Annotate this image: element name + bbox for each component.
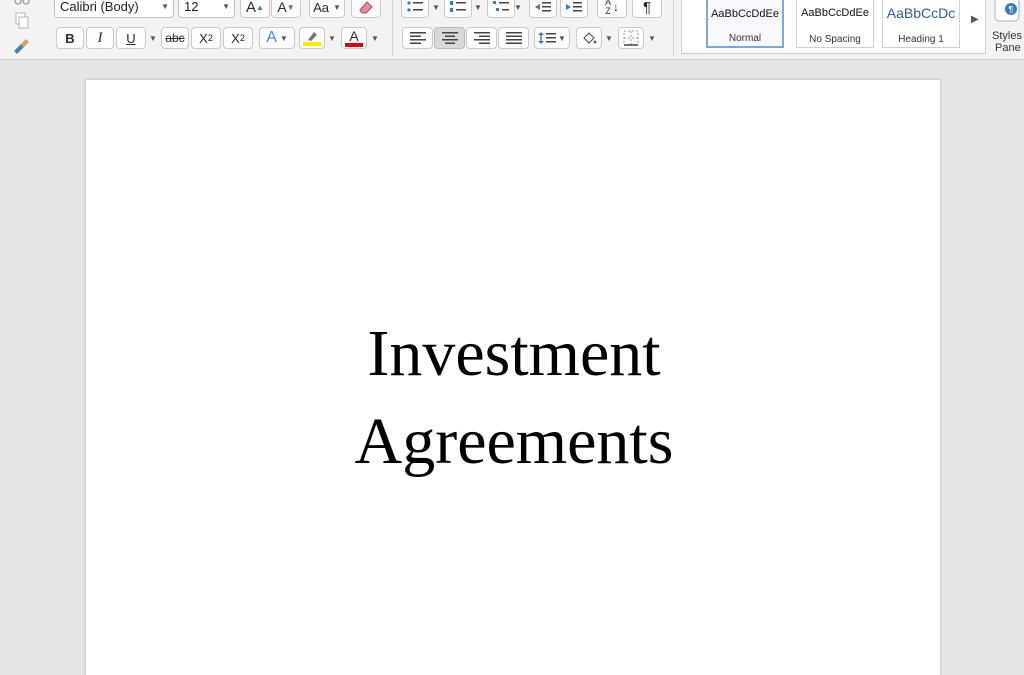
font-color-button[interactable]: A: [341, 27, 367, 49]
borders-icon: [623, 30, 639, 46]
underline-dropdown[interactable]: ▼: [147, 27, 159, 49]
highlight-color-bar: [303, 42, 321, 46]
italic-button[interactable]: I: [86, 27, 114, 49]
styles-pane-button[interactable]: ¶ Styles Pane: [990, 0, 1024, 58]
numbering-icon: [450, 1, 466, 12]
increase-indent-button[interactable]: [560, 0, 588, 18]
bold-button[interactable]: B: [56, 27, 84, 49]
multilevel-list-dropdown[interactable]: ▼: [512, 0, 524, 18]
borders-dropdown[interactable]: ▼: [646, 27, 658, 49]
style-heading-1-label: Heading 1: [898, 34, 944, 45]
change-case-icon: Aa: [313, 0, 329, 15]
show-formatting-button[interactable]: ¶: [632, 0, 662, 18]
numbering-dropdown[interactable]: ▼: [472, 0, 484, 18]
highlighter-icon: [308, 32, 317, 41]
bold-label: B: [65, 30, 75, 46]
align-center-button[interactable]: [434, 27, 465, 49]
underline-label: U: [126, 30, 136, 46]
ribbon-separator: [392, 0, 393, 56]
text-effects-icon: A: [266, 29, 277, 46]
eraser-icon: [359, 1, 373, 14]
change-case-button[interactable]: Aa ▼: [309, 0, 345, 18]
font-color-bar: [345, 42, 363, 47]
subscript-label: X: [199, 30, 208, 46]
clear-formatting-button[interactable]: [351, 0, 381, 18]
shading-dropdown[interactable]: ▼: [603, 27, 615, 49]
font-size-select[interactable]: 12 ▼: [178, 0, 235, 18]
subscript-mark: 2: [207, 33, 213, 43]
highlight-button[interactable]: [299, 27, 325, 49]
document-title-line-2: Agreements: [354, 405, 674, 478]
strikethrough-label: abc: [165, 31, 185, 45]
chevron-down-icon: ▼: [222, 2, 230, 11]
align-center-icon: [441, 32, 458, 44]
numbering-button[interactable]: [444, 0, 472, 18]
text-effects-button[interactable]: A ▼: [259, 27, 295, 49]
copy-icon[interactable]: [14, 12, 30, 30]
font-name-select[interactable]: Calibri (Body) ▼: [54, 0, 174, 18]
ribbon-separator: [673, 0, 674, 56]
paint-bucket-icon: [583, 32, 597, 44]
subscript-button[interactable]: X2: [191, 27, 221, 49]
line-spacing-button[interactable]: ▼: [534, 27, 570, 49]
document-title-line-1: Investment: [367, 317, 661, 390]
document-title[interactable]: Investment Agreements: [86, 310, 942, 486]
style-heading-1-preview: AaBbCcDc: [886, 5, 956, 21]
cut-icon[interactable]: [12, 0, 32, 8]
multilevel-list-button[interactable]: [487, 0, 515, 18]
font-color-icon: A: [349, 27, 359, 44]
style-normal-label: Normal: [728, 33, 762, 44]
style-no-spacing-preview: AaBbCcDdEe: [801, 7, 869, 19]
underline-button[interactable]: U: [116, 27, 146, 49]
styles-pane-label-2: Pane: [995, 42, 1021, 54]
highlight-dropdown[interactable]: ▼: [326, 27, 338, 49]
font-size-value: 12: [184, 0, 199, 14]
multilevel-list-icon: [493, 1, 509, 11]
align-left-icon: [409, 32, 426, 44]
style-normal[interactable]: AaBbCcDdEe Normal: [706, 0, 784, 48]
chevron-down-icon: ▼: [161, 2, 169, 11]
superscript-label: X: [231, 30, 240, 46]
document-page[interactable]: Investment Agreements: [85, 79, 941, 675]
style-heading-1[interactable]: AaBbCcDc Heading 1: [882, 0, 960, 48]
shrink-font-icon: A: [277, 0, 287, 15]
align-right-icon: [473, 32, 490, 44]
sort-icon: AZ: [604, 0, 611, 16]
align-right-button[interactable]: [466, 27, 497, 49]
superscript-mark: 2: [239, 33, 245, 43]
grow-font-button[interactable]: A ▲: [240, 0, 270, 18]
font-name-value: Calibri (Body): [60, 0, 139, 14]
styles-gallery: AaBbCcDdEe Normal AaBbCcDdEe No Spacing …: [681, 0, 986, 54]
sort-button[interactable]: A Z ↓: [597, 0, 627, 18]
shading-button[interactable]: [576, 27, 602, 49]
style-normal-preview: AaBbCcDdEe: [711, 8, 779, 20]
line-spacing-icon: [538, 32, 557, 44]
bullets-icon: [407, 1, 423, 12]
increase-indent-icon: [566, 2, 582, 12]
strikethrough-button[interactable]: abc: [161, 27, 189, 49]
decrease-indent-icon: [535, 2, 551, 12]
decrease-indent-button[interactable]: [529, 0, 557, 18]
italic-label: I: [97, 29, 103, 46]
style-no-spacing[interactable]: AaBbCcDdEe No Spacing: [796, 0, 874, 48]
bullets-button[interactable]: [401, 0, 429, 18]
bullets-dropdown[interactable]: ▼: [430, 0, 442, 18]
shrink-font-button[interactable]: A ▼: [271, 0, 301, 18]
format-painter-icon[interactable]: [11, 37, 31, 55]
font-color-dropdown[interactable]: ▼: [369, 27, 381, 49]
styles-scroll-right-icon[interactable]: ▶: [971, 14, 979, 25]
pilcrow-icon: ¶: [642, 0, 652, 16]
ribbon: Calibri (Body) ▼ 12 ▼ A ▲ A ▼ Aa ▼ B I U ▼ …: [0, 0, 1024, 60]
align-left-button[interactable]: [402, 27, 433, 49]
superscript-button[interactable]: X2: [223, 27, 253, 49]
styles-pane-icon: ¶: [994, 0, 1020, 22]
justify-button[interactable]: [498, 27, 529, 49]
styles-pane-label: Styles: [992, 30, 1022, 42]
style-no-spacing-label: No Spacing: [809, 34, 861, 45]
svg-text:¶: ¶: [1009, 5, 1014, 15]
grow-font-icon: A: [246, 0, 257, 16]
borders-button[interactable]: [618, 27, 644, 49]
justify-icon: [505, 32, 522, 44]
